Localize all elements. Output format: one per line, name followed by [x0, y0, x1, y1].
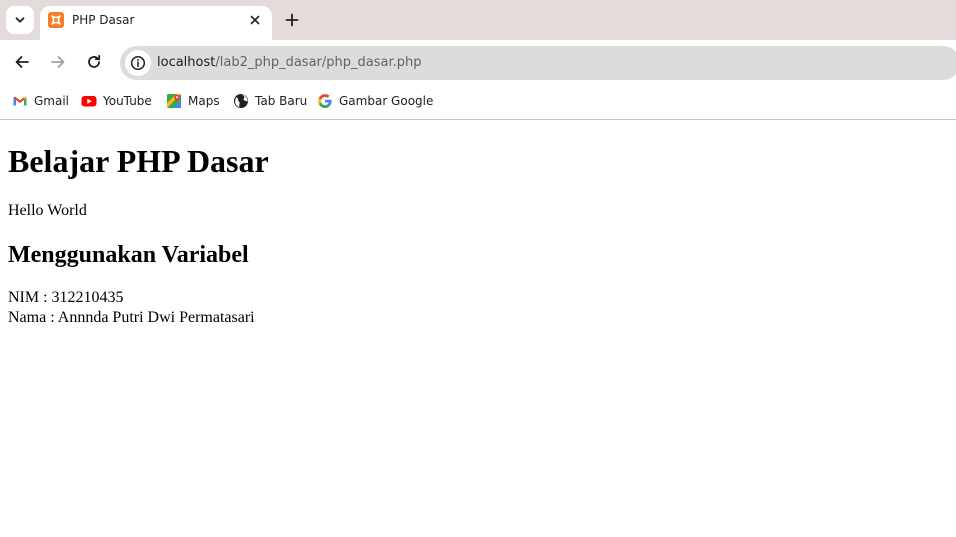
bookmark-label: Gambar Google — [339, 94, 434, 108]
tab-close-button[interactable] — [246, 11, 264, 29]
greeting-text: Hello World — [8, 202, 87, 219]
tab-strip: PHP Dasar — [0, 0, 956, 40]
variable-section-heading: Menggunakan Variabel — [8, 242, 249, 268]
url-host: localhost — [157, 55, 216, 70]
nim-text: NIM : 312210435 — [8, 289, 124, 306]
bookmark-tab-baru[interactable]: Tab Baru — [233, 92, 307, 110]
chevron-down-icon — [15, 17, 25, 23]
maps-icon — [167, 94, 181, 108]
youtube-icon — [81, 96, 97, 107]
page-heading: Belajar PHP Dasar — [8, 143, 269, 179]
back-button[interactable] — [12, 52, 32, 72]
browser-toolbar: localhost/lab2_php_dasar/php_dasar.php — [0, 40, 956, 84]
bookmark-label: Maps — [188, 94, 220, 108]
xampp-icon — [48, 12, 64, 28]
forward-button[interactable] — [48, 52, 68, 72]
url-text[interactable]: localhost/lab2_php_dasar/php_dasar.php — [157, 55, 422, 71]
tab-active[interactable]: PHP Dasar — [40, 6, 272, 40]
url-path: /lab2_php_dasar/php_dasar.php — [215, 55, 422, 70]
bookmark-label: Tab Baru — [255, 94, 308, 108]
bookmark-gambar-google[interactable]: Gambar Google — [317, 92, 433, 110]
google-icon — [318, 94, 332, 108]
bookmark-maps[interactable]: Maps — [166, 92, 220, 110]
arrow-left-icon — [15, 56, 29, 68]
plus-icon — [285, 13, 299, 27]
reload-button[interactable] — [84, 52, 104, 72]
bookmarks-bar: Gmail YouTube Maps Tab Baru Gambar Googl… — [0, 84, 956, 120]
address-bar[interactable]: localhost/lab2_php_dasar/php_dasar.php — [120, 46, 956, 80]
page-content: Belajar PHP Dasar Hello World Menggunaka… — [0, 121, 956, 537]
site-info-button[interactable] — [125, 50, 151, 76]
bookmark-label: YouTube — [103, 94, 152, 108]
reload-icon — [88, 54, 101, 68]
close-icon — [250, 15, 260, 25]
gmail-icon — [13, 96, 27, 106]
bookmark-gmail[interactable]: Gmail — [12, 92, 69, 110]
info-icon — [130, 55, 146, 71]
nama-text: Nama : Annnda Putri Dwi Permatasari — [8, 309, 255, 326]
tab-search-button[interactable] — [6, 6, 34, 34]
new-tab-button[interactable] — [282, 10, 302, 30]
bookmark-label: Gmail — [34, 94, 70, 108]
bookmark-youtube[interactable]: YouTube — [81, 92, 152, 110]
arrow-right-icon — [51, 56, 65, 68]
globe-icon — [234, 94, 248, 108]
tab-title: PHP Dasar — [72, 13, 135, 27]
